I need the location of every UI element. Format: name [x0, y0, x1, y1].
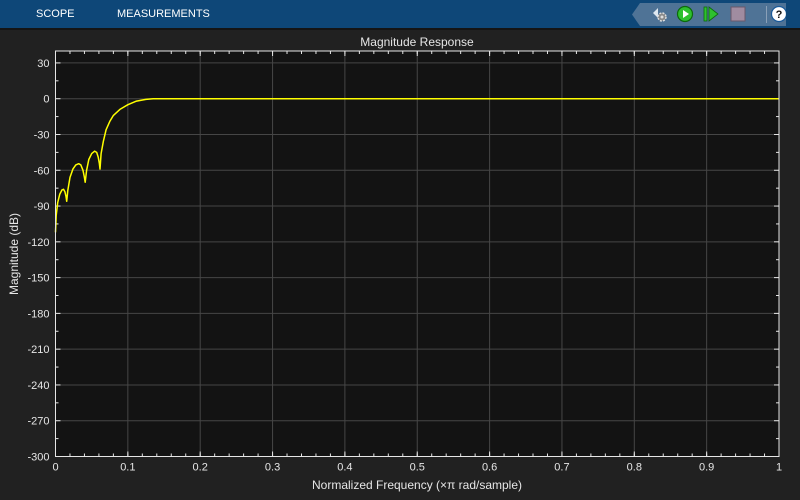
plot-area: [55, 51, 779, 457]
toolbar-separator: [766, 6, 767, 23]
y-tick-label: -30: [34, 129, 50, 141]
x-tick-label: 0.9: [699, 462, 714, 474]
x-tick-label: 1: [776, 462, 782, 474]
y-tick-label: -210: [27, 344, 49, 356]
run-icon[interactable]: [676, 5, 694, 23]
y-tick-label: -270: [27, 416, 49, 428]
y-tick-label: -60: [34, 165, 50, 177]
step-forward-icon[interactable]: [702, 5, 720, 23]
y-tick-label: -120: [27, 237, 49, 249]
y-tick-label: -90: [34, 201, 50, 213]
y-tick-label: -240: [27, 380, 49, 392]
y-tick-label: -150: [27, 273, 49, 285]
toolbar-divider: [0, 28, 800, 30]
y-tick-label: 30: [37, 58, 49, 70]
magnitude-response-chart: 0 0.1 0.2 0.3 0.4 0.5 0.6 0.7 0.8 0.9 1 30 0 -30 -60 -9…: [7, 35, 782, 492]
stop-icon[interactable]: [729, 5, 747, 23]
series-line-magnitude: [54, 97, 779, 233]
settings-icon[interactable]: [650, 5, 668, 23]
x-tick-label: 0.7: [554, 462, 569, 474]
x-tick-label: 0.2: [193, 462, 208, 474]
help-icon[interactable]: ?: [770, 5, 786, 23]
x-tick-label: 0.1: [120, 462, 135, 474]
x-tick-label: 0.6: [482, 462, 497, 474]
tab-measurements[interactable]: MEASUREMENTS: [117, 8, 210, 20]
x-tick-label: 0: [52, 462, 58, 474]
y-axis-label: Magnitude (dB): [7, 213, 21, 295]
x-tick-label: 0.8: [627, 462, 642, 474]
plot-border: [55, 50, 780, 457]
x-tick-label: 0.4: [337, 462, 352, 474]
svg-text:?: ?: [776, 9, 783, 21]
x-axis-label: Normalized Frequency (×π rad/sample): [312, 478, 522, 492]
x-tick-label: 0.3: [265, 462, 280, 474]
tab-scope[interactable]: SCOPE: [36, 8, 75, 20]
toolbar: SCOPE MEASUREMENTS ?: [0, 0, 800, 28]
y-tick-label: 0: [43, 94, 49, 106]
quick-access-toolbar: ?: [632, 3, 786, 26]
y-tick-label: -180: [27, 308, 49, 320]
y-tick-label: -300: [27, 452, 49, 464]
chart-title: Magnitude Response: [360, 35, 474, 49]
x-tick-label: 0.5: [410, 462, 425, 474]
